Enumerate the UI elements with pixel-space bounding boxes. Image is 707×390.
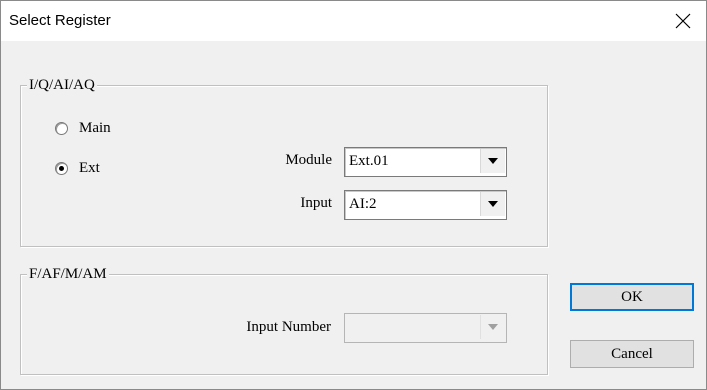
module-select[interactable]: Ext.01 xyxy=(344,147,507,177)
chevron-down-icon xyxy=(488,158,498,164)
chevron-down-icon xyxy=(488,324,498,330)
module-dropdown-button[interactable] xyxy=(480,149,505,173)
dialog-title: Select Register xyxy=(9,12,111,29)
radio-ext[interactable]: Ext xyxy=(55,160,100,177)
group-ioaiaq: I/Q/AI/AQ Main Ext Module Ext.01 Input A… xyxy=(20,76,548,247)
radio-main[interactable]: Main xyxy=(55,120,111,137)
group-fafmam-legend: F/AF/M/AM xyxy=(27,265,109,283)
select-register-dialog: Select Register I/Q/AI/AQ Main Ext Modul… xyxy=(0,0,707,390)
radio-ext-indicator[interactable] xyxy=(55,162,68,175)
input-number-select[interactable] xyxy=(344,313,507,343)
input-number-dropdown-button[interactable] xyxy=(480,315,505,339)
input-select-value: AI:2 xyxy=(349,196,377,212)
group-ioaiaq-legend: I/Q/AI/AQ xyxy=(27,76,97,94)
close-button[interactable] xyxy=(660,1,706,41)
ok-button[interactable]: OK xyxy=(570,283,694,311)
chevron-down-icon xyxy=(488,201,498,207)
radio-ext-label: Ext xyxy=(79,160,100,176)
input-label: Input xyxy=(300,195,332,211)
module-select-value: Ext.01 xyxy=(349,153,389,169)
title-bar[interactable]: Select Register xyxy=(1,1,706,41)
input-dropdown-button[interactable] xyxy=(480,192,505,216)
radio-main-label: Main xyxy=(79,120,111,136)
input-select[interactable]: AI:2 xyxy=(344,190,507,220)
input-number-label: Input Number xyxy=(246,319,331,335)
close-icon xyxy=(675,13,691,29)
radio-main-indicator[interactable] xyxy=(55,122,68,135)
module-label: Module xyxy=(285,152,332,168)
cancel-button[interactable]: Cancel xyxy=(570,340,694,368)
group-fafmam: F/AF/M/AM Input Number xyxy=(20,265,548,375)
